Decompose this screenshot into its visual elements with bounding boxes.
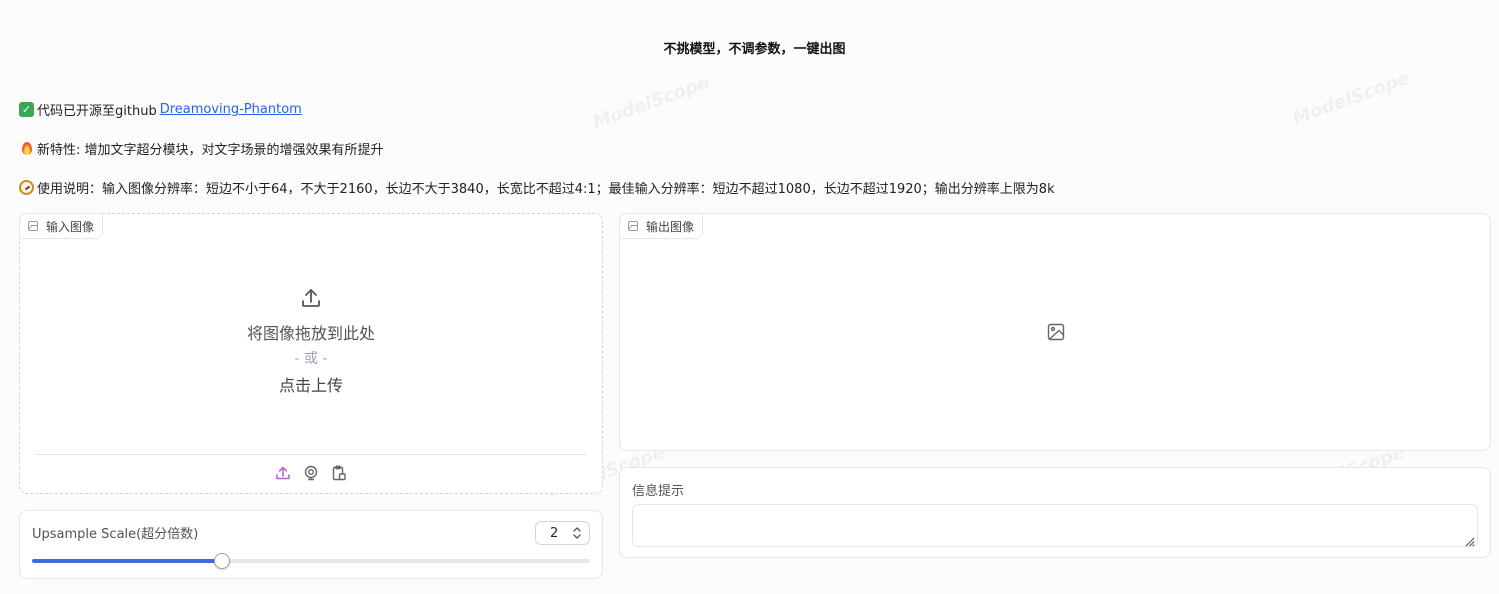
info-textarea[interactable] <box>632 504 1478 547</box>
feature-text: 新特性: 增加文字超分模块，对文字场景的增强效果有所提升 <box>37 143 384 158</box>
github-link[interactable]: Dreamoving-Phantom <box>160 102 302 117</box>
source-toolbar <box>20 465 602 481</box>
upload-icon[interactable] <box>275 465 291 481</box>
check-icon: ✓ <box>19 102 34 117</box>
usage-text: 使用说明：输入图像分辨率：短边不小于64，不大于2160，长边不大于3840，长… <box>37 182 1055 197</box>
or-text: - 或 - <box>294 351 328 367</box>
fire-icon <box>19 141 34 156</box>
note-opensource: ✓ 代码已开源至github Dreamoving-Phantom <box>19 100 302 119</box>
resize-grip-icon[interactable] <box>1463 532 1475 547</box>
note-feature: 新特性: 增加文字超分模块，对文字场景的增强效果有所提升 <box>19 139 384 158</box>
output-image-label-tag: 输出图像 <box>619 213 704 239</box>
watermark: ModelScope <box>1290 67 1413 130</box>
upload-prompt[interactable]: 将图像拖放到此处 - 或 - 点击上传 <box>20 286 602 396</box>
slider-fill <box>32 559 222 563</box>
upload-arrow-icon <box>299 286 323 310</box>
upsample-scale-value: 2 <box>550 525 559 541</box>
image-icon <box>28 221 38 231</box>
output-image-panel: 输出图像 <box>619 213 1491 451</box>
opensource-text: 代码已开源至github <box>37 104 157 119</box>
watermark: ModelScope <box>590 71 713 134</box>
image-icon <box>628 221 638 231</box>
clipboard-icon[interactable] <box>331 465 347 481</box>
slider-thumb[interactable] <box>213 553 230 569</box>
upsample-scale-number-input[interactable]: 2 <box>535 521 590 545</box>
spin-arrows-icon[interactable] <box>571 526 583 540</box>
info-label: 信息提示 <box>632 484 685 499</box>
output-image-label: 输出图像 <box>646 219 695 234</box>
image-placeholder-icon <box>1047 323 1065 341</box>
page-title: 不挑模型，不调参数，一键出图 <box>663 42 846 57</box>
divider <box>35 454 587 455</box>
note-usage: 使用说明：输入图像分辨率：短边不小于64，不大于2160，长边不大于3840，长… <box>19 178 1055 197</box>
input-image-label-tag: 输入图像 <box>19 213 104 239</box>
upsample-scale-label: Upsample Scale(超分倍数) <box>32 527 199 542</box>
info-panel: 信息提示 <box>619 467 1491 558</box>
input-image-label: 输入图像 <box>46 219 95 234</box>
webcam-icon[interactable] <box>303 465 319 481</box>
clock-icon <box>19 180 34 195</box>
drop-text: 将图像拖放到此处 <box>246 324 375 343</box>
input-image-dropzone[interactable]: 输入图像 将图像拖放到此处 - 或 - 点击上传 <box>19 213 603 494</box>
click-upload-text[interactable]: 点击上传 <box>20 372 602 396</box>
upsample-scale-panel: Upsample Scale(超分倍数) 2 <box>19 510 603 579</box>
upsample-scale-slider[interactable] <box>32 553 590 569</box>
